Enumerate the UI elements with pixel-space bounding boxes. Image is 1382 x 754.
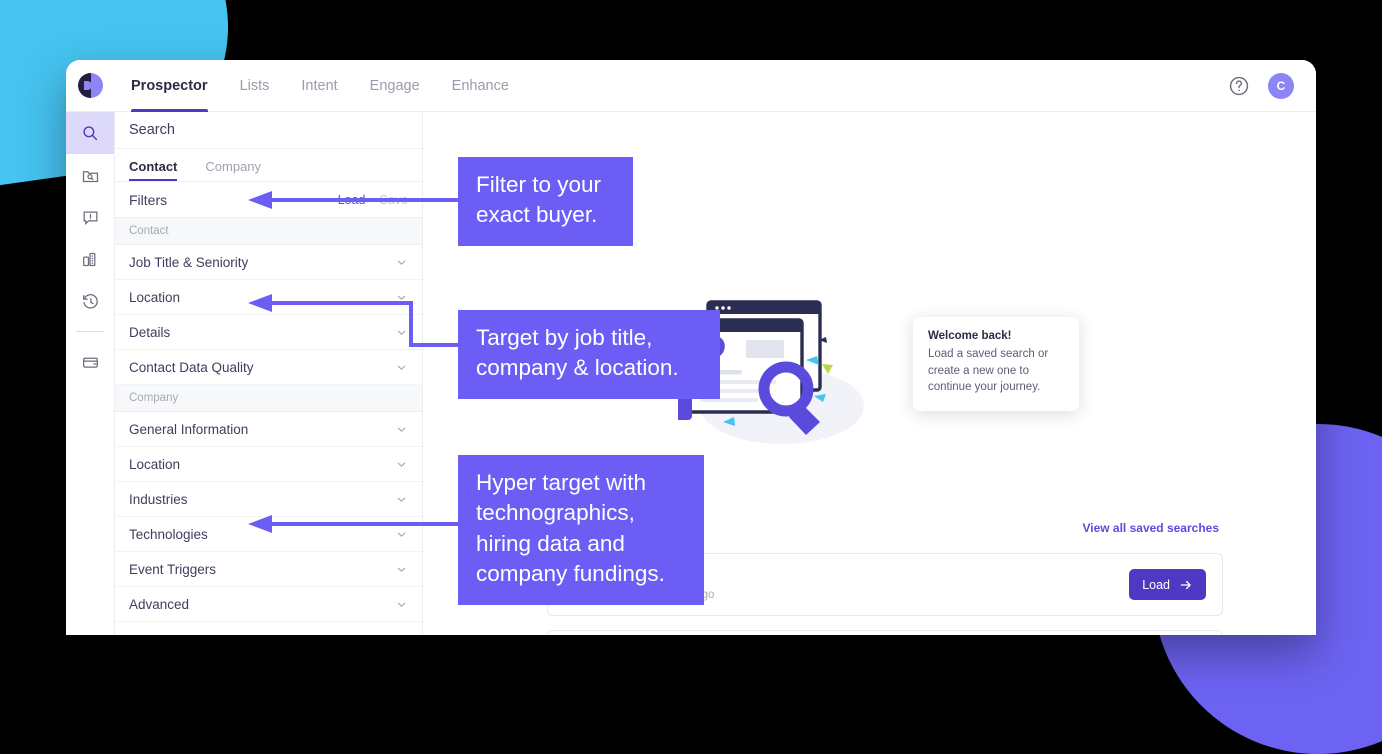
filter-row-industries[interactable]: Industries xyxy=(115,482,422,517)
welcome-tooltip-body: Load a saved search or create a new one … xyxy=(928,348,1049,394)
nav-tabs: Prospector Lists Intent Engage Enhance xyxy=(115,60,525,112)
nav-right-actions: C xyxy=(1228,72,1316,99)
panel-tab-company-label: Company xyxy=(205,159,262,174)
chevron-down-icon xyxy=(397,462,406,467)
filter-row-label: Location xyxy=(129,289,181,305)
filter-row-label: Job Title & Seniority xyxy=(129,254,249,270)
chevron-down-icon xyxy=(397,567,406,572)
logo-container xyxy=(66,73,115,98)
chevron-down-icon xyxy=(397,427,406,432)
nav-tab-lists-label: Lists xyxy=(239,77,270,94)
speech-bubble-alert-icon xyxy=(83,210,97,225)
chevron-down-icon xyxy=(397,365,406,370)
panel-tabs: Contact Company xyxy=(115,149,422,182)
chevron-down-icon xyxy=(397,532,406,537)
filter-row-label: Location xyxy=(129,456,181,472)
nav-tab-engage[interactable]: Engage xyxy=(354,60,436,112)
filter-row-event-triggers[interactable]: Event Triggers xyxy=(115,552,422,587)
filter-row-label: General Information xyxy=(129,421,249,437)
save-filters-button[interactable]: Save xyxy=(380,193,409,207)
filter-row-advanced[interactable]: Advanced xyxy=(115,587,422,622)
welcome-tooltip-title: Welcome back! xyxy=(928,330,1012,342)
nav-tab-lists[interactable]: Lists xyxy=(224,60,286,112)
filter-row-label: Event Triggers xyxy=(129,561,217,577)
filter-row-technologies[interactable]: Technologies xyxy=(115,517,422,552)
view-all-saved-searches-link[interactable]: View all saved searches xyxy=(1082,521,1219,535)
filter-row-label: Industries xyxy=(129,491,188,507)
top-navigation-bar: Prospector Lists Intent Engage Enhance C xyxy=(66,60,1316,112)
filters-title: Filters xyxy=(129,191,168,208)
load-saved-search-button[interactable]: Load xyxy=(1129,569,1206,600)
cognism-logo xyxy=(78,73,103,98)
filter-row-contact-location[interactable]: Location xyxy=(115,280,422,315)
callout-filter-to-buyer: Filter to your exact buyer. xyxy=(458,157,633,246)
panel-tab-company[interactable]: Company xyxy=(205,159,273,181)
filter-row-job-title-seniority[interactable]: Job Title & Seniority xyxy=(115,245,422,280)
nav-tab-intent-label: Intent xyxy=(301,77,338,94)
filter-group-label-company: Company xyxy=(115,385,422,412)
nav-tab-prospector[interactable]: Prospector xyxy=(115,60,224,112)
rail-divider xyxy=(76,331,104,332)
folder-search-icon xyxy=(82,170,98,182)
filters-header: Filters Load Save xyxy=(115,182,422,218)
rail-item-intent-alerts[interactable] xyxy=(66,196,114,238)
panel-tab-contact-label: Contact xyxy=(129,159,178,174)
filter-row-label: Contact Data Quality xyxy=(129,359,254,375)
rail-item-credits-wallet[interactable] xyxy=(66,341,114,383)
nav-tab-intent[interactable]: Intent xyxy=(285,60,353,112)
rail-item-saved-searches[interactable] xyxy=(66,154,114,196)
filter-row-general-information[interactable]: General Information xyxy=(115,412,422,447)
search-icon xyxy=(83,126,98,141)
icon-rail xyxy=(66,112,115,635)
chevron-down-icon xyxy=(397,602,406,607)
building-data-icon xyxy=(82,252,95,266)
callout-target-by-job-title: Target by job title, company & location. xyxy=(458,310,720,399)
nav-tab-enhance[interactable]: Enhance xyxy=(436,60,525,112)
callout-hyper-target: Hyper target with technographics, hiring… xyxy=(458,455,704,605)
panel-tab-contact[interactable]: Contact xyxy=(129,159,189,181)
filter-row-label: Details xyxy=(129,324,171,340)
history-clock-icon xyxy=(82,293,98,309)
rail-item-company-data[interactable] xyxy=(66,238,114,280)
filters-actions: Load Save xyxy=(338,193,408,207)
rail-item-search[interactable] xyxy=(66,112,114,154)
load-button-label: Load xyxy=(1142,577,1170,592)
nav-tab-prospector-label: Prospector xyxy=(131,77,208,94)
arrow-right-icon xyxy=(1180,580,1191,589)
rail-item-history[interactable] xyxy=(66,280,114,322)
filter-row-label: Advanced xyxy=(129,596,190,612)
panel-search-label[interactable]: Search xyxy=(115,112,422,149)
load-filters-button[interactable]: Load xyxy=(338,193,366,207)
saved-search-row[interactable]: 202206 DG GBL Demandism EP 5 AMER Last u… xyxy=(547,630,1223,635)
avatar[interactable]: C xyxy=(1268,72,1294,99)
chevron-down-icon xyxy=(397,260,406,265)
nav-tab-enhance-label: Enhance xyxy=(451,77,509,94)
filter-row-contact-data-quality[interactable]: Contact Data Quality xyxy=(115,350,422,385)
filter-row-company-location[interactable]: Location xyxy=(115,447,422,482)
filter-row-label: Technologies xyxy=(129,526,208,542)
welcome-tooltip: Welcome back! Load a saved search or cre… xyxy=(913,317,1079,412)
nav-tab-engage-label: Engage xyxy=(369,77,420,94)
chevron-down-icon xyxy=(397,295,406,300)
filters-panel: Search Contact Company Filters Load Save… xyxy=(115,112,423,635)
avatar-initial: C xyxy=(1276,78,1286,93)
chevron-down-icon xyxy=(397,330,406,335)
chevron-down-icon xyxy=(397,497,406,502)
question-circle-icon[interactable] xyxy=(1228,75,1250,97)
filter-row-details[interactable]: Details xyxy=(115,315,422,350)
wallet-icon xyxy=(82,357,98,368)
filter-group-label-contact: Contact xyxy=(115,218,422,245)
